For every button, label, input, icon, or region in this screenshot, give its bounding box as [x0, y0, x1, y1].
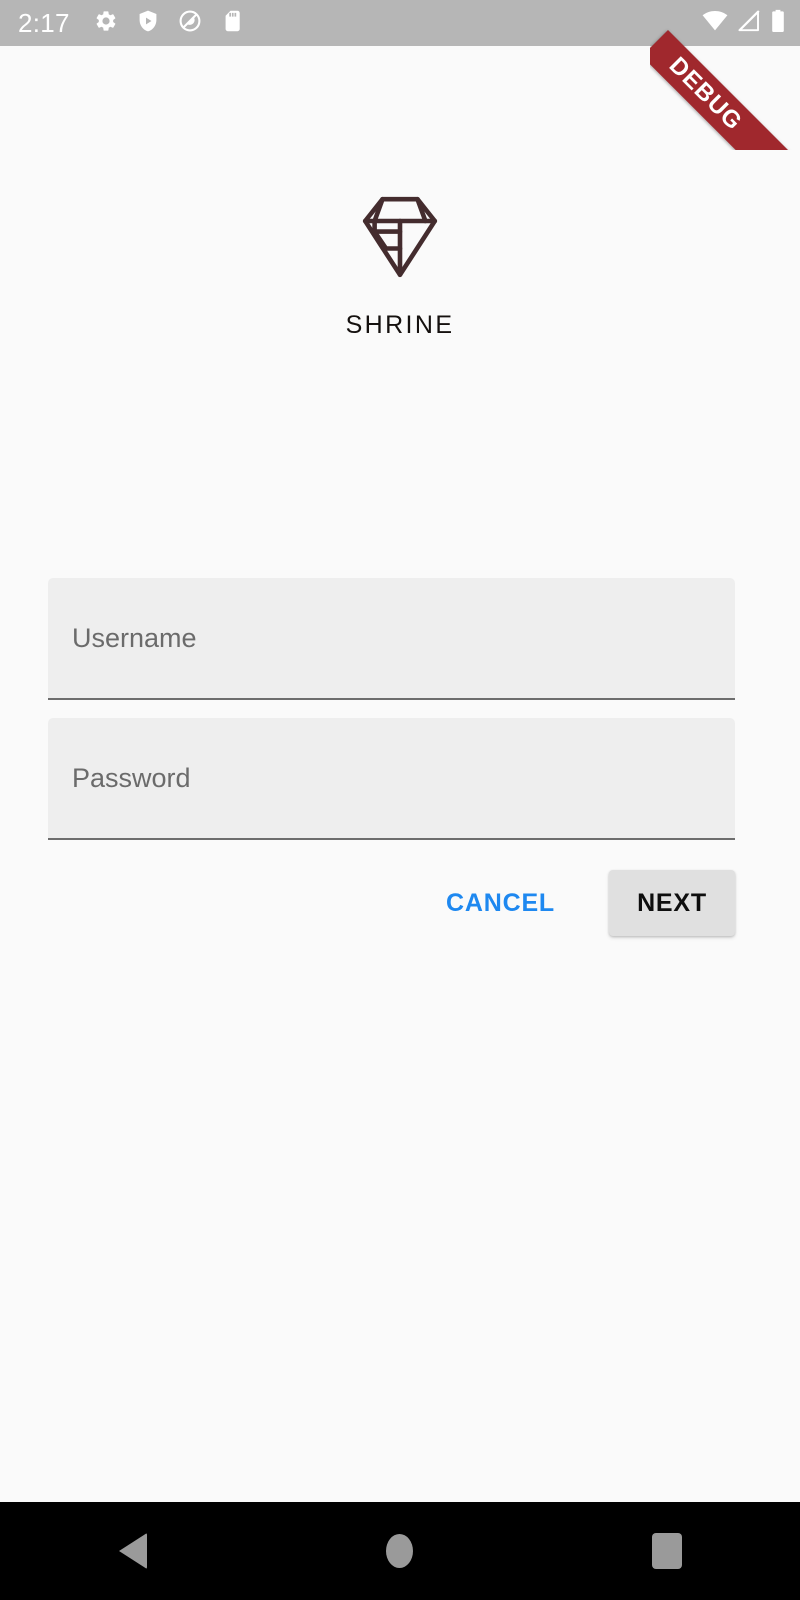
brand-block: SHRINE [0, 196, 800, 338]
settings-gear-icon [94, 9, 118, 38]
android-navigation-bar [0, 1502, 800, 1600]
phone-screen: 2:17 DEBUG SHRINE Username Password CANC… [0, 0, 800, 1600]
shrine-diamond-logo [362, 196, 438, 283]
back-triangle-icon [119, 1533, 148, 1569]
username-field-label: Username [72, 622, 197, 653]
status-bar: 2:17 [0, 0, 800, 46]
form-actions: CANCEL NEXT [48, 870, 735, 936]
status-bar-right-icons [702, 9, 786, 38]
password-field-label: Password [72, 762, 191, 793]
debug-banner-label: DEBUG [650, 30, 800, 150]
recents-square-icon [651, 1533, 682, 1569]
login-form: Username Password [48, 578, 735, 840]
wifi-icon [702, 10, 728, 37]
screen-record-icon [178, 9, 202, 38]
sd-card-icon [220, 9, 244, 38]
password-field[interactable]: Password [48, 718, 735, 840]
battery-icon [770, 9, 786, 38]
next-button[interactable]: NEXT [609, 870, 735, 936]
nav-back-button[interactable] [73, 1502, 193, 1600]
nav-home-button[interactable] [340, 1502, 460, 1600]
play-protect-shield-icon [136, 9, 160, 38]
cancel-button[interactable]: CANCEL [430, 879, 571, 928]
cell-signal-off-icon [737, 9, 761, 37]
home-circle-icon [386, 1534, 414, 1568]
username-field[interactable]: Username [48, 578, 735, 700]
status-bar-clock: 2:17 [18, 8, 70, 38]
nav-recents-button[interactable] [607, 1502, 727, 1600]
brand-title: SHRINE [345, 311, 455, 339]
status-bar-left-icons [94, 9, 244, 38]
